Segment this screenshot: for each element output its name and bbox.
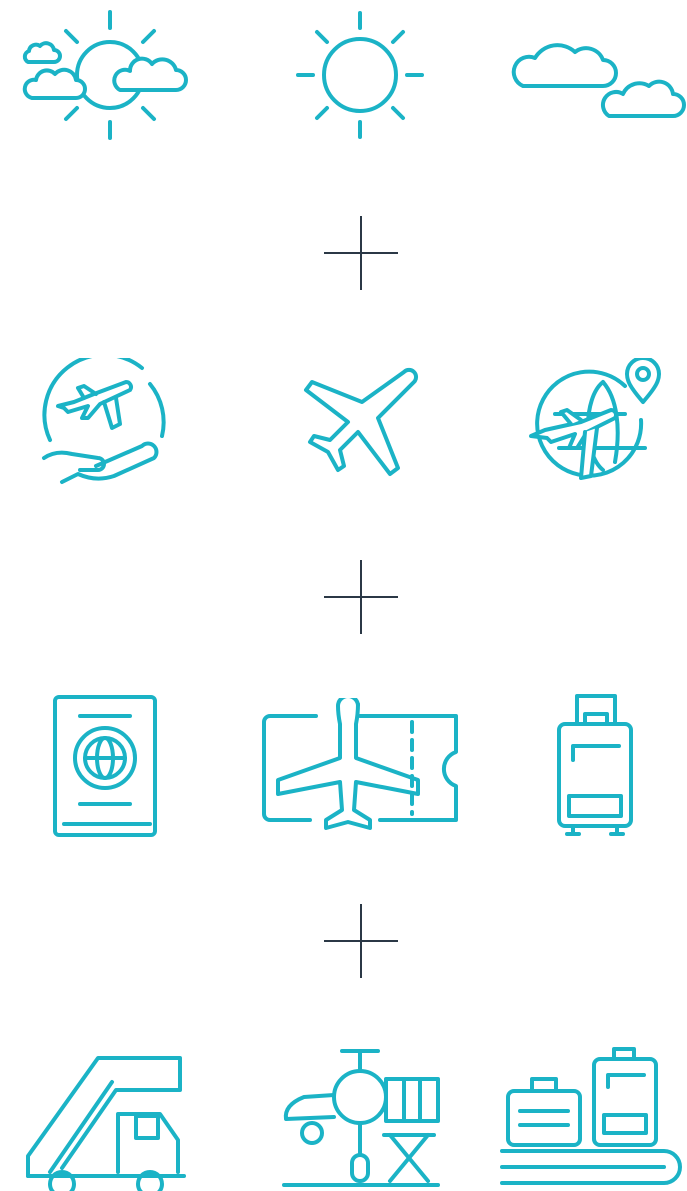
plus-icon — [324, 904, 398, 978]
plus-icon — [324, 216, 398, 290]
globe-plane-pin-icon — [529, 358, 661, 480]
airplane-icon — [304, 367, 419, 476]
boarding-stairs-truck-icon — [26, 1056, 186, 1191]
sun-behind-clouds-icon — [22, 10, 188, 140]
baggage-carousel-icon — [500, 1047, 682, 1185]
icon-sheet — [0, 0, 687, 1191]
plane-jet-bridge-icon — [282, 1049, 440, 1187]
plus-icon — [324, 560, 398, 634]
suitcase-icon — [557, 694, 633, 836]
plane-ticket-icon — [262, 698, 458, 830]
clouds-icon — [511, 43, 686, 118]
sun-icon — [296, 11, 424, 139]
passport-icon — [53, 695, 157, 837]
plane-over-hand-icon — [42, 358, 166, 484]
